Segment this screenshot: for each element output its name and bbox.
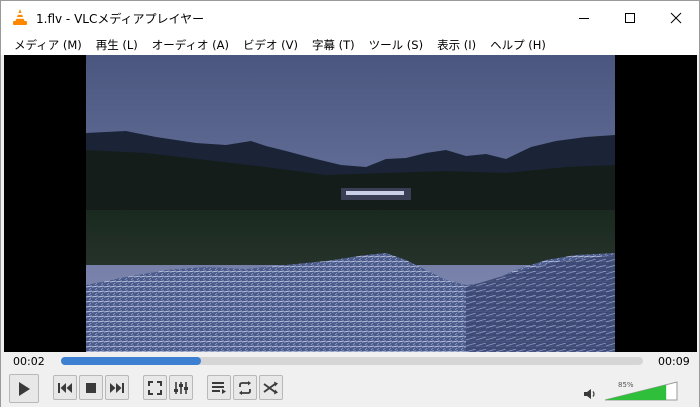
stop-button[interactable] <box>79 375 103 400</box>
menu-bar: メディア (M) 再生 (L) オーディオ (A) ビデオ (V) 字幕 (T)… <box>1 34 699 55</box>
loop-icon <box>239 380 251 395</box>
next-button[interactable] <box>105 375 129 400</box>
speaker-icon[interactable] <box>583 388 597 400</box>
window-title: 1.flv - VLCメディアプレイヤー <box>36 12 205 26</box>
shuffle-button[interactable] <box>259 375 283 400</box>
playlist-icon <box>212 381 226 394</box>
previous-button[interactable] <box>53 375 77 400</box>
menu-help[interactable]: ヘルプ (H) <box>483 37 553 53</box>
total-time[interactable]: 00:09 <box>658 355 690 368</box>
stop-icon <box>86 382 96 393</box>
menu-subtitle[interactable]: 字幕 (T) <box>305 37 362 53</box>
fullscreen-icon <box>148 380 162 395</box>
vlc-window: 1.flv - VLCメディアプレイヤー メディア (M) 再生 (L) オーデ… <box>0 0 700 407</box>
extended-settings-icon <box>174 381 188 394</box>
fullscreen-button[interactable] <box>143 375 167 400</box>
video-area[interactable] <box>4 55 697 352</box>
next-icon <box>110 382 124 393</box>
seek-row: 00:02 00:09 <box>1 352 699 372</box>
video-frame <box>86 55 615 352</box>
previous-icon <box>58 382 72 393</box>
elapsed-time[interactable]: 00:02 <box>13 355 45 368</box>
playlist-button[interactable] <box>207 375 231 400</box>
volume-label: 85% <box>618 381 634 389</box>
minimize-button[interactable] <box>561 1 607 34</box>
seek-bar-progress <box>61 357 201 365</box>
shuffle-icon <box>263 381 278 394</box>
controls-row: 85% <box>1 372 699 407</box>
menu-video[interactable]: ビデオ (V) <box>236 37 305 53</box>
close-button[interactable] <box>653 1 699 34</box>
volume-slider[interactable]: 85% <box>604 378 678 402</box>
seek-bar[interactable] <box>61 357 643 365</box>
minimize-icon <box>579 17 589 19</box>
volume-meter <box>604 381 678 401</box>
menu-playback[interactable]: 再生 (L) <box>89 37 145 53</box>
play-icon <box>19 381 30 396</box>
extended-settings-button[interactable] <box>169 375 193 400</box>
title-bar[interactable]: 1.flv - VLCメディアプレイヤー <box>1 1 699 34</box>
menu-media[interactable]: メディア (M) <box>7 37 89 53</box>
vlc-cone-icon <box>13 9 27 25</box>
maximize-button[interactable] <box>607 1 653 34</box>
maximize-icon <box>625 12 635 23</box>
menu-tools[interactable]: ツール (S) <box>362 37 430 53</box>
play-button[interactable] <box>9 374 39 403</box>
close-icon <box>670 12 682 23</box>
menu-view[interactable]: 表示 (I) <box>430 37 483 53</box>
menu-audio[interactable]: オーディオ (A) <box>145 37 236 53</box>
loop-button[interactable] <box>233 375 257 400</box>
